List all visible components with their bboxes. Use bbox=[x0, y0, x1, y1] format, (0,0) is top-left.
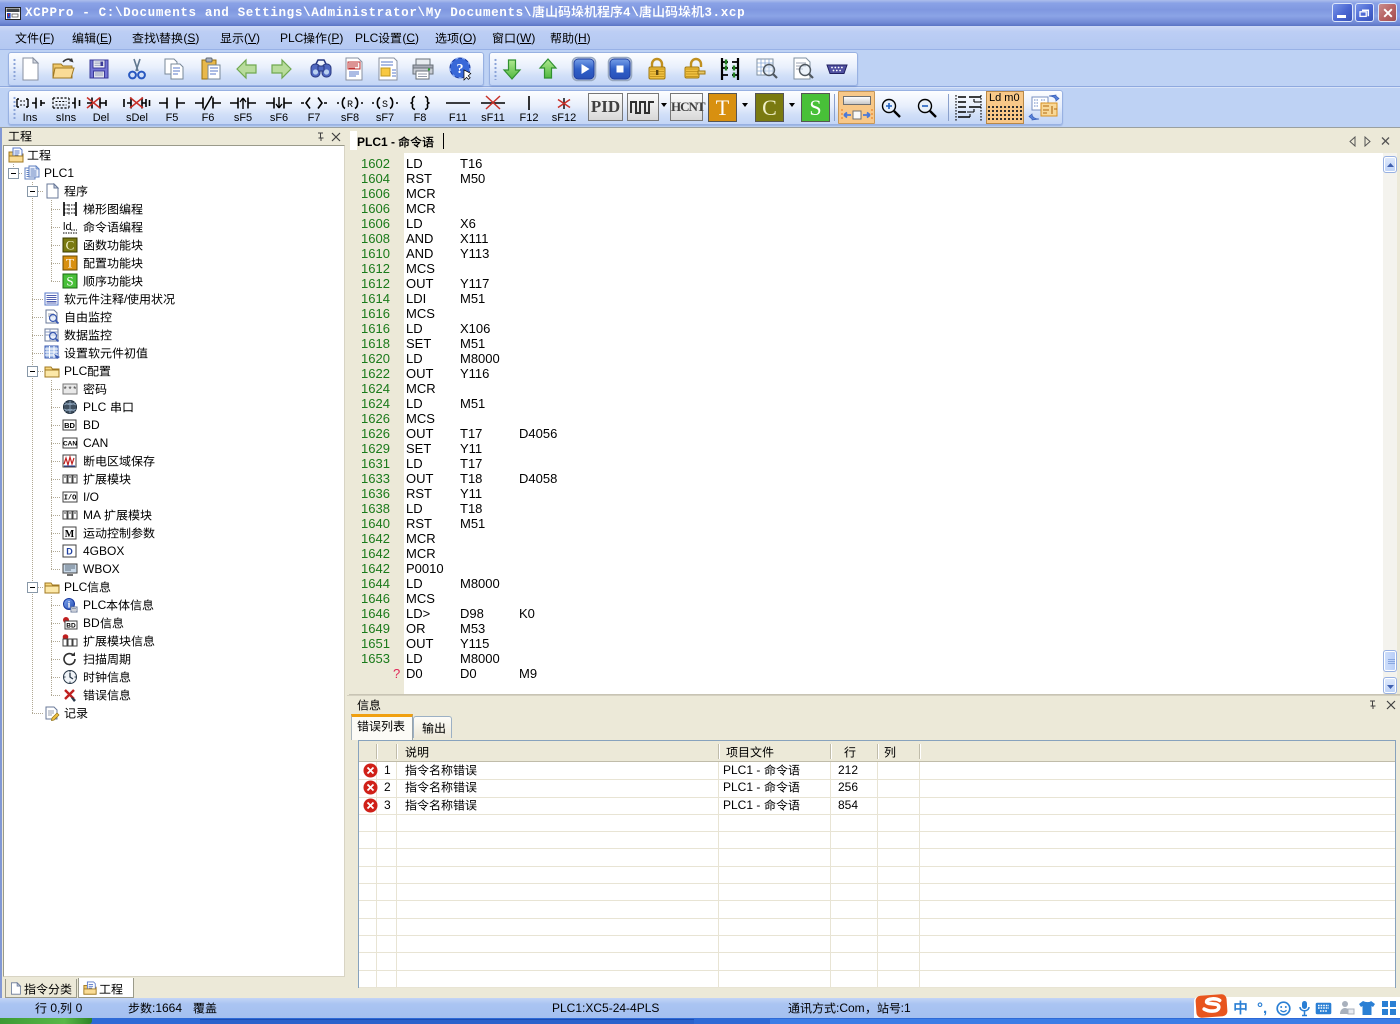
svg-text:D: D bbox=[66, 547, 73, 557]
svg-text:R: R bbox=[347, 100, 353, 111]
svg-text:C: C bbox=[66, 238, 75, 253]
svg-text:BD: BD bbox=[64, 421, 75, 430]
svg-text:?: ? bbox=[457, 62, 464, 77]
svg-text:ld: ld bbox=[63, 221, 72, 233]
svg-text:***: *** bbox=[63, 386, 77, 395]
svg-text:BD: BD bbox=[66, 623, 76, 630]
svg-text:CAN: CAN bbox=[63, 441, 77, 448]
svg-text:M: M bbox=[65, 529, 75, 540]
svg-text:S: S bbox=[66, 274, 73, 289]
svg-text:S: S bbox=[382, 100, 388, 111]
svg-text:T: T bbox=[66, 256, 74, 271]
svg-text:I/O: I/O bbox=[64, 495, 77, 503]
